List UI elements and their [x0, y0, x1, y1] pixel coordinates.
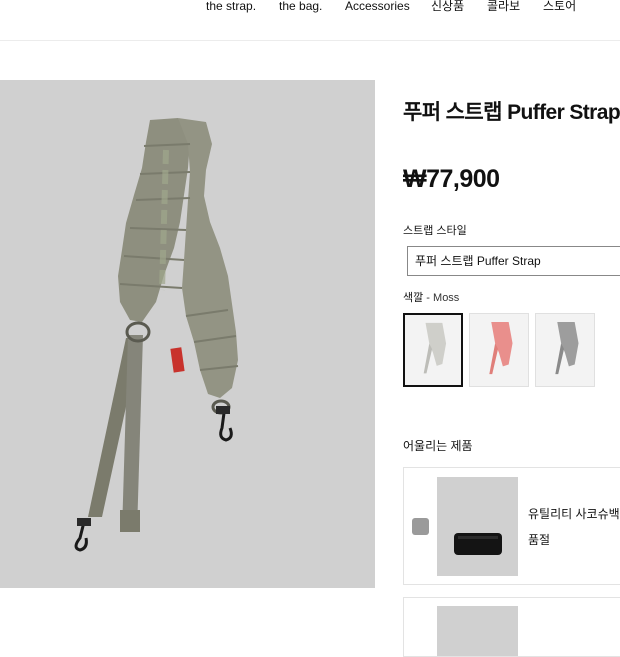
- swatch-strap-thumbnail: [555, 321, 579, 375]
- strap-style-label: 스트랩 스타일: [403, 225, 467, 237]
- product-price: ₩77,900: [403, 165, 500, 193]
- nav-item-the-bag[interactable]: the bag.: [279, 0, 322, 13]
- color-swatch-gray[interactable]: [535, 313, 595, 387]
- color-swatch-moss[interactable]: [403, 313, 463, 387]
- color-value: - Moss: [423, 292, 460, 304]
- related-product-name[interactable]: 유틸리티 사코슈백: [528, 505, 620, 522]
- puffer-strap-photo: [74, 118, 239, 552]
- nav-item-store[interactable]: 스토어: [543, 0, 576, 13]
- color-label: 색깔 - Moss: [403, 289, 459, 305]
- color-swatch-pink[interactable]: [469, 313, 529, 387]
- swatch-strap-thumbnail: [489, 321, 513, 375]
- related-product-card[interactable]: [403, 597, 620, 657]
- related-product-card[interactable]: 유틸리티 사코슈백 품절: [403, 467, 620, 585]
- related-product-checkbox[interactable]: [412, 518, 429, 535]
- product-title: 푸퍼 스트랩 Puffer Strap: [403, 101, 620, 124]
- nav-item-accessories[interactable]: Accessories: [345, 0, 410, 13]
- top-navigation: the strap. the bag. Accessories 신상품 콜라보 …: [0, 0, 620, 41]
- black-bag-thumbnail: [454, 533, 502, 555]
- related-product-image[interactable]: [437, 606, 518, 656]
- nav-item-the-strap[interactable]: the strap.: [206, 0, 256, 13]
- product-image[interactable]: [0, 80, 375, 588]
- related-product-image[interactable]: [437, 477, 518, 576]
- nav-item-new-products[interactable]: 신상품: [431, 0, 464, 13]
- related-product-status: 품절: [528, 533, 551, 547]
- swatch-strap-thumbnail: [423, 322, 447, 374]
- color-label-text: 색깔: [403, 292, 424, 304]
- nav-item-collab[interactable]: 콜라보: [487, 0, 520, 13]
- related-products-title: 어울리는 제품: [403, 439, 473, 453]
- strap-style-select[interactable]: 푸퍼 스트랩 Puffer Strap: [407, 246, 620, 276]
